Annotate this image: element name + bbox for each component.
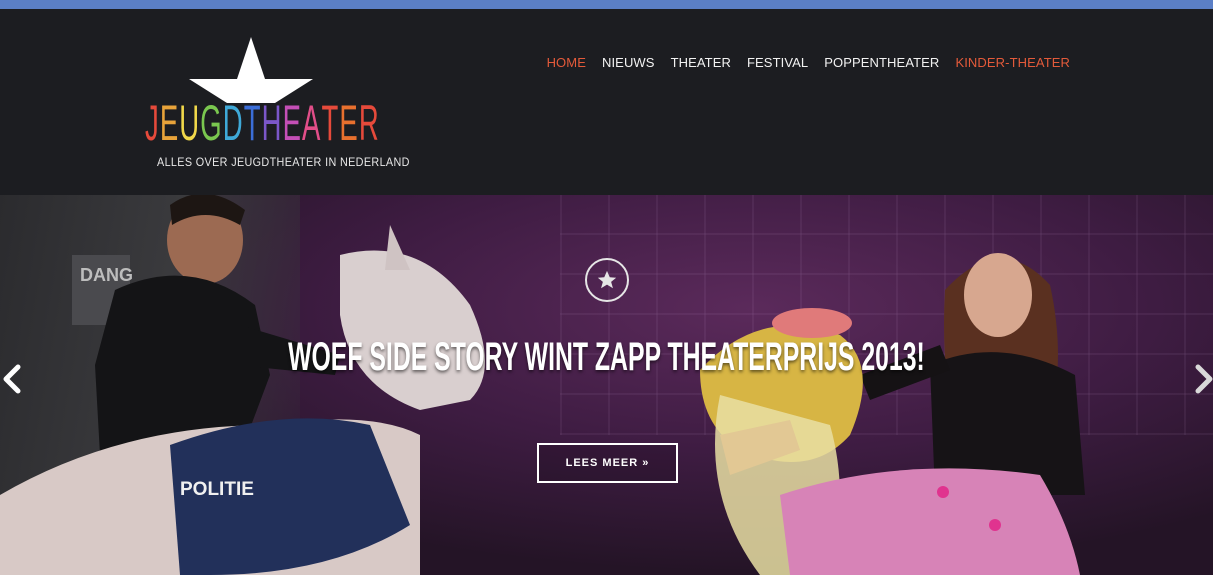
nav-item-nieuws[interactable]: NIEUWS (602, 55, 655, 70)
pink-dog-coat (780, 468, 1080, 575)
main-navigation: HOME NIEUWS THEATER FESTIVAL POPPENTHEATER KI… (531, 55, 1070, 70)
white-dog-head (340, 250, 485, 410)
chevron-right-icon (1195, 364, 1213, 394)
wall-sign-text: DANG (80, 265, 133, 285)
logo-wordmark: JEUGDTHEATER (145, 95, 379, 151)
logo-letter: T (321, 95, 340, 151)
read-more-button[interactable]: LEES MEER » (537, 443, 678, 483)
white-dog-ear (385, 225, 410, 270)
hero-slider: DANG POLITIE WOEF SIDE STORY WINT ZAPP T… (0, 195, 1213, 575)
coat-button (989, 519, 1001, 531)
logo-letter: H (261, 95, 283, 151)
logo-letter: E (339, 95, 359, 151)
logo-letter: R (358, 95, 380, 151)
nav-item-home[interactable]: HOME (547, 55, 586, 70)
star-icon (597, 270, 617, 289)
woman-face (964, 253, 1032, 337)
slider-prev-button[interactable] (0, 363, 24, 395)
nav-item-theater[interactable]: THEATER (671, 55, 731, 70)
logo-letter: E (159, 95, 180, 151)
nav-item-poppentheater[interactable]: POPPENTHEATER (824, 55, 939, 70)
logo-letter: E (282, 95, 303, 151)
logo-letter: A (302, 95, 322, 151)
logo-letter: G (200, 95, 223, 151)
coat-button (937, 486, 949, 498)
site-logo[interactable]: JEUGDTHEATER ALLES OVER JEUGDTHEATER IN … (145, 37, 409, 177)
logo-star-icon (189, 37, 313, 103)
police-vest-text: POLITIE (180, 479, 254, 500)
hero-scene-illustration: DANG POLITIE (0, 195, 1085, 575)
site-header: JEUGDTHEATER ALLES OVER JEUGDTHEATER IN … (0, 9, 1213, 195)
hero-star-badge (585, 258, 629, 302)
logo-letter: T (243, 95, 262, 151)
logo-letter: J (145, 95, 160, 151)
top-accent-bar (0, 0, 1213, 9)
logo-letter: D (222, 95, 244, 151)
logo-letter: U (179, 95, 201, 151)
nav-item-kinder-theater[interactable]: KINDER-THEATER (955, 55, 1070, 70)
slide-title: WOEF SIDE STORY WINT ZAPP THEATERPRIJS 2… (288, 335, 925, 379)
logo-tagline: ALLES OVER JEUGDTHEATER IN NEDERLAND (157, 155, 410, 169)
chevron-left-icon (3, 364, 21, 394)
nav-item-festival[interactable]: FESTIVAL (747, 55, 808, 70)
slider-next-button[interactable] (1192, 363, 1213, 395)
